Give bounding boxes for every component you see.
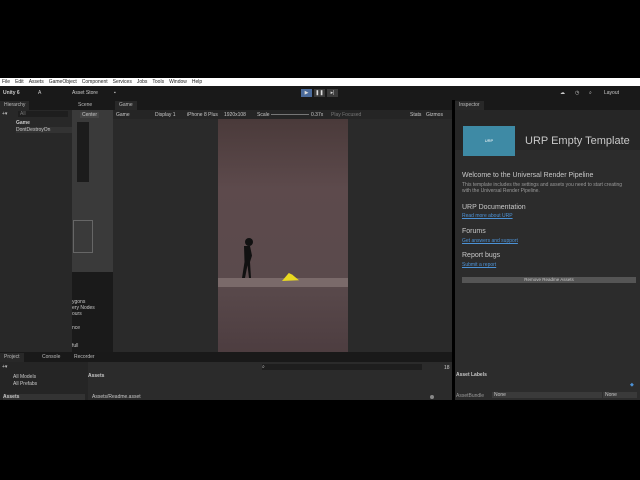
- menu-component[interactable]: Component: [82, 79, 108, 85]
- history-icon[interactable]: ◷: [575, 90, 579, 96]
- menu-edit[interactable]: Edit: [15, 79, 24, 85]
- assets-breadcrumb[interactable]: Assets: [88, 373, 104, 379]
- doc-link[interactable]: Read more about URP: [462, 213, 513, 219]
- variant-dropdown[interactable]: None: [603, 392, 637, 398]
- scene-overlay-menu: ygons ery Nodes ours nce full: [72, 272, 113, 352]
- assets-folder[interactable]: Assets: [3, 394, 85, 400]
- pause-button[interactable]: ❚❚: [314, 89, 325, 97]
- asset-store-button[interactable]: Asset Store: [72, 90, 98, 96]
- view-dropdown[interactable]: Game: [116, 112, 130, 118]
- layout-dropdown[interactable]: Layout: [604, 90, 619, 96]
- unity-button[interactable]: Unity 6: [3, 90, 20, 96]
- cloud-icon[interactable]: ▪: [114, 90, 116, 96]
- player-head: [245, 238, 253, 246]
- play-mode-dropdown[interactable]: Play Focused: [331, 112, 361, 118]
- project-search-input[interactable]: ⌕: [262, 364, 422, 370]
- gizmos-button[interactable]: Gizmos: [426, 112, 443, 118]
- forums-link[interactable]: Get answers and support: [462, 238, 518, 244]
- banana-peel: [282, 273, 299, 281]
- tab-inspector[interactable]: Inspector: [455, 101, 484, 110]
- tab-project[interactable]: Project: [0, 353, 24, 362]
- welcome-heading: Welcome to the Universal Render Pipeline: [462, 172, 594, 179]
- menu-tools[interactable]: Tools: [152, 79, 164, 85]
- scale-value: 0.37x: [311, 112, 324, 118]
- display-dropdown[interactable]: Display 1: [155, 112, 176, 118]
- pivot-dropdown[interactable]: Center: [80, 112, 100, 118]
- tab-game[interactable]: Game: [115, 101, 137, 110]
- welcome-text: This template includes the settings and …: [462, 182, 623, 194]
- tools-overlay: [77, 122, 89, 182]
- hidden-count: 18: [444, 365, 450, 371]
- tab-hierarchy[interactable]: Hierarchy: [0, 101, 30, 110]
- hierarchy-search-input[interactable]: All: [18, 111, 68, 117]
- overlay-item[interactable]: ours: [72, 311, 82, 317]
- stats-button[interactable]: Stats: [410, 112, 421, 118]
- overlay-item[interactable]: nce: [72, 325, 80, 331]
- resolution[interactable]: 1920x108: [224, 112, 246, 118]
- label-icon[interactable]: ◆: [630, 382, 634, 388]
- menu-services[interactable]: Services: [113, 79, 132, 85]
- urp-logo: URP: [463, 126, 515, 156]
- ground-platform: [218, 278, 348, 287]
- create-button[interactable]: +▾: [2, 364, 7, 370]
- bugs-heading: Report bugs: [462, 252, 501, 259]
- device-dropdown[interactable]: iPhone 8 Plus: [187, 112, 218, 118]
- menu-jobs[interactable]: Jobs: [137, 79, 148, 85]
- hierarchy-item-game[interactable]: Game: [16, 120, 30, 126]
- menu-bar: File Edit Assets GameObject Component Se…: [0, 78, 640, 86]
- doc-heading: URP Documentation: [462, 204, 526, 211]
- scene-panel: Scene Center ygons ery Nodes ours nce fu…: [72, 100, 113, 352]
- menu-help[interactable]: Help: [192, 79, 202, 85]
- hierarchy-item-dontdestroy[interactable]: DontDestroyOn: [16, 127, 72, 133]
- template-title: URP Empty Template: [525, 135, 630, 147]
- forums-heading: Forums: [462, 228, 486, 235]
- cloud-services-icon[interactable]: ☁: [560, 90, 565, 96]
- assetbundle-dropdown[interactable]: None: [492, 392, 602, 398]
- scene-gizmo-rect: [73, 220, 93, 253]
- favorite-all-models[interactable]: All Models: [13, 374, 36, 380]
- search-icon[interactable]: ⌕: [589, 90, 592, 96]
- overlay-item[interactable]: full: [72, 343, 78, 349]
- scale-slider[interactable]: [271, 114, 309, 115]
- scale-label: Scale: [257, 112, 270, 118]
- tab-recorder[interactable]: Recorder: [70, 353, 99, 362]
- menu-file[interactable]: File: [2, 79, 10, 85]
- account-button[interactable]: A: [38, 90, 41, 96]
- assetbundle-label: AssetBundle: [456, 393, 485, 399]
- menu-assets[interactable]: Assets: [29, 79, 44, 85]
- tab-console[interactable]: Console: [38, 353, 64, 362]
- play-button[interactable]: ▶: [301, 89, 312, 97]
- remove-readme-button[interactable]: Remove Readme Assets: [462, 277, 636, 283]
- tab-scene[interactable]: Scene: [74, 101, 96, 110]
- menu-window[interactable]: Window: [169, 79, 187, 85]
- asset-path: Assets/Readme.asset: [92, 394, 141, 400]
- inspector-panel: Inspector URP URP Empty Template Welcome…: [455, 100, 640, 400]
- game-panel: Game Game Display 1 iPhone 8 Plus 1920x1…: [113, 100, 452, 352]
- game-viewport[interactable]: [218, 119, 348, 352]
- asset-labels-header: Asset Labels: [456, 372, 487, 378]
- menu-gameobject[interactable]: GameObject: [49, 79, 77, 85]
- step-button[interactable]: ▸|: [327, 89, 338, 97]
- player-character: [242, 246, 252, 278]
- bugs-link[interactable]: Submit a report: [462, 262, 496, 268]
- add-button[interactable]: +▾: [2, 111, 7, 117]
- favorite-all-prefabs[interactable]: All Prefabs: [13, 381, 37, 387]
- project-panel: Project Console Recorder +▾ All Models A…: [0, 352, 452, 400]
- zoom-slider[interactable]: [430, 395, 434, 399]
- hierarchy-panel: Hierarchy +▾ All Game DontDestroyOn: [0, 100, 72, 352]
